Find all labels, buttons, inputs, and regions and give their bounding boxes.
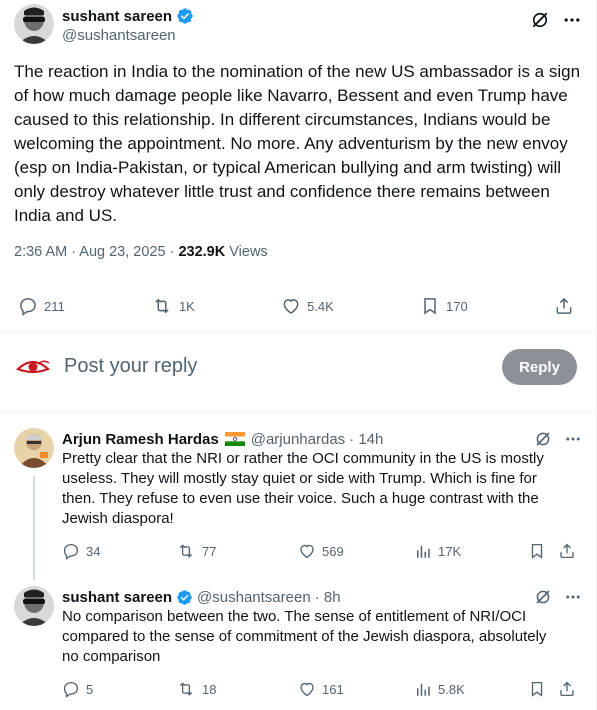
verified-badge-icon — [176, 7, 194, 25]
author-handle[interactable]: @sushantsareen — [62, 27, 194, 44]
repost-count: 1K — [178, 298, 195, 314]
repost-action[interactable]: 18 — [176, 680, 216, 698]
avatar[interactable] — [14, 586, 54, 626]
reply-count: 211 — [44, 298, 65, 314]
like-action[interactable]: 569 — [298, 542, 344, 560]
views-action[interactable]: 5.8K — [414, 680, 465, 698]
reply-action[interactable]: 5 — [62, 680, 93, 698]
author-name[interactable]: Arjun Ramesh Hardas — [62, 431, 219, 448]
share-icon — [558, 542, 576, 560]
reply-text: No comparison between the two. The sense… — [62, 608, 547, 665]
avatar[interactable] — [14, 4, 54, 44]
reply-header: sushant sareen @sushantsareen · 8h — [62, 586, 582, 608]
heart-icon — [298, 680, 316, 698]
reply-count: 5 — [86, 681, 94, 697]
heart-icon — [281, 296, 301, 316]
grok-icon[interactable] — [530, 10, 550, 30]
bookmark-action[interactable]: 170 — [420, 296, 468, 316]
my-avatar[interactable] — [16, 353, 50, 381]
repost-count: 18 — [202, 681, 217, 697]
like-action[interactable]: 161 — [298, 680, 344, 698]
heart-icon — [298, 542, 316, 560]
more-options-icon[interactable] — [562, 10, 582, 30]
bookmark-action[interactable] — [528, 680, 546, 698]
reply-input[interactable]: Post your reply — [64, 355, 197, 378]
share-action[interactable] — [558, 542, 576, 560]
views-chart-icon — [414, 680, 432, 698]
more-options-icon[interactable] — [564, 588, 582, 606]
author-name[interactable]: sushant sareen — [62, 8, 172, 25]
thread-line — [33, 476, 35, 580]
author-name[interactable]: sushant sareen — [62, 589, 172, 606]
reply-composer: Post your reply Reply — [0, 332, 596, 412]
reply-actions: 34 77 569 17K — [62, 540, 576, 562]
tweet-meta: 2:36 AM · Aug 23, 2025 · 232.9K Views — [14, 244, 268, 260]
reply-icon — [18, 296, 38, 316]
views-count: 5.8K — [438, 681, 465, 697]
author-handle[interactable]: @arjunhardas — [251, 431, 345, 448]
repost-action[interactable]: 77 — [176, 542, 216, 560]
reply-text: Pretty clear that the NRI or rather the … — [62, 450, 544, 527]
more-options-icon[interactable] — [564, 430, 582, 448]
bookmark-count: 170 — [446, 298, 468, 314]
reply-time[interactable]: · 8h — [315, 589, 341, 606]
main-tweet-header: sushant sareen @sushantsareen — [14, 4, 582, 48]
grok-icon[interactable] — [534, 430, 552, 448]
views-count: 232.9K — [178, 244, 226, 260]
reply-button[interactable]: Reply — [502, 349, 577, 385]
repost-action[interactable]: 1K — [151, 296, 195, 316]
reply-action[interactable]: 211 — [18, 296, 65, 316]
bookmark-icon — [420, 296, 440, 316]
share-icon — [554, 296, 574, 316]
repost-count: 77 — [202, 543, 217, 559]
reply-tweet[interactable]: sushant sareen @sushantsareen · 8h No co… — [0, 586, 596, 708]
tweet-detail-page: sushant sareen @sushantsareen The reacti… — [0, 0, 597, 710]
like-count: 569 — [322, 543, 344, 559]
views-label: Views — [225, 244, 268, 260]
reply-action[interactable]: 34 — [62, 542, 100, 560]
grok-icon[interactable] — [534, 588, 552, 606]
reply-time[interactable]: · 14h — [349, 431, 383, 448]
reply-count: 34 — [86, 543, 101, 559]
reply-tweet[interactable]: Arjun Ramesh Hardas @arjunhardas · 14h P… — [0, 428, 596, 580]
reply-icon — [62, 542, 80, 560]
share-icon — [558, 680, 576, 698]
bookmark-action[interactable] — [528, 542, 546, 560]
verified-badge-icon — [176, 589, 193, 606]
reply-header: Arjun Ramesh Hardas @arjunhardas · 14h — [62, 428, 582, 450]
bookmark-icon — [528, 680, 546, 698]
tweet-timestamp[interactable]: 2:36 AM · Aug 23, 2025 · — [14, 244, 178, 260]
repost-icon — [176, 680, 196, 698]
author-handle[interactable]: @sushantsareen — [197, 589, 311, 606]
views-count: 17K — [438, 543, 462, 559]
share-action[interactable] — [554, 296, 574, 316]
like-action[interactable]: 5.4K — [281, 296, 334, 316]
india-flag-icon — [224, 432, 245, 446]
repost-icon — [176, 542, 196, 560]
reply-actions: 5 18 161 5.8K — [62, 678, 576, 700]
avatar[interactable] — [14, 428, 54, 468]
like-count: 5.4K — [307, 298, 334, 314]
reply-icon — [62, 680, 80, 698]
views-chart-icon — [414, 542, 432, 560]
bookmark-icon — [528, 542, 546, 560]
like-count: 161 — [322, 681, 344, 697]
repost-icon — [151, 296, 173, 316]
main-tweet-actions: 211 1K 5.4K 170 — [18, 292, 574, 320]
views-action[interactable]: 17K — [414, 542, 461, 560]
main-tweet-text: The reaction in India to the nomination … — [14, 62, 581, 225]
share-action[interactable] — [558, 680, 576, 698]
